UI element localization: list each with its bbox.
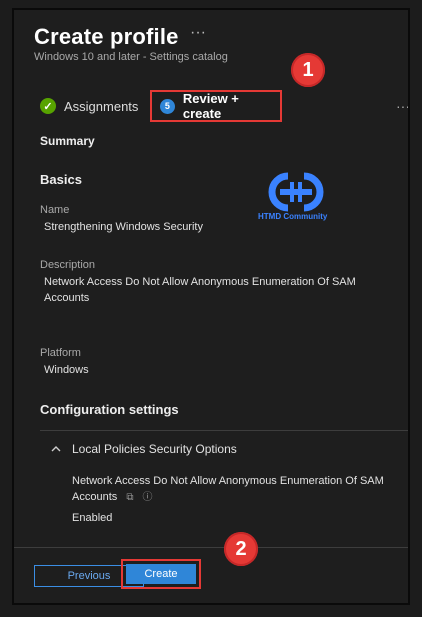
setting-name-text: Network Access Do Not Allow Anonymous En… — [72, 475, 384, 503]
summary-heading: Summary — [40, 134, 95, 148]
setting-name: Network Access Do Not Allow Anonymous En… — [72, 473, 407, 506]
description-label: Description — [40, 259, 96, 271]
page-title: Create profile — [34, 24, 179, 49]
wizard-tabs: ✓ Assignments 5 Review + create ··· — [14, 90, 408, 126]
basics-heading: Basics — [40, 172, 82, 187]
name-value: Strengthening Windows Security — [44, 221, 203, 233]
platform-label: Platform — [40, 347, 81, 359]
tab-review-create-label: Review + create — [182, 91, 239, 121]
tabs-overflow-button[interactable]: ··· — [396, 98, 408, 114]
annotation-badge-1: 1 — [291, 53, 325, 87]
tab-assignments-label: Assignments — [64, 98, 139, 114]
description-value: Network Access Do Not Allow Anonymous En… — [44, 276, 356, 304]
more-options-button[interactable]: ··· — [190, 24, 206, 42]
tab-assignments[interactable]: ✓ Assignments — [40, 98, 138, 114]
chevron-up-icon — [51, 446, 61, 452]
create-button-highlight: Create — [121, 559, 201, 589]
tab-review-create[interactable]: 5 Review + create — [150, 90, 282, 122]
divider — [40, 430, 408, 431]
create-profile-panel: Create profile ··· Windows 10 and later … — [12, 8, 410, 605]
setting-value: Enabled — [72, 512, 113, 524]
annotation-badge-2: 2 — [224, 532, 258, 566]
platform-value: Windows — [44, 364, 89, 376]
step-number-icon: 5 — [160, 98, 175, 114]
page-subtitle: Windows 10 and later - Settings catalog — [34, 51, 228, 63]
configuration-settings-heading: Configuration settings — [40, 402, 179, 417]
create-button[interactable]: Create — [126, 564, 196, 584]
section-label: Local Policies Security Options — [72, 442, 237, 456]
name-label: Name — [40, 204, 70, 216]
local-policies-section-toggle[interactable]: Local Policies Security Options — [50, 442, 237, 456]
info-icon[interactable]: ⓘ — [143, 490, 153, 506]
check-icon: ✓ — [40, 98, 56, 114]
footer-divider — [14, 547, 408, 548]
copy-icon[interactable]: ⧉ — [126, 490, 133, 506]
